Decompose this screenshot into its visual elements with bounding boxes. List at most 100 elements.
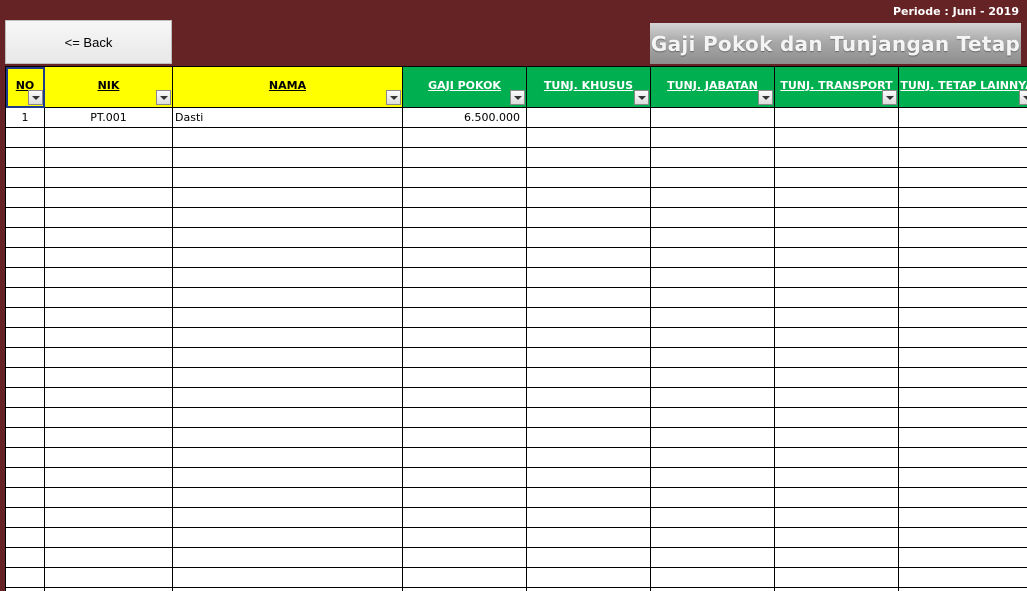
header-gaji-pokok[interactable]: GAJI POKOK xyxy=(402,66,527,108)
empty-cell[interactable] xyxy=(898,307,1027,328)
empty-cell[interactable] xyxy=(774,387,899,408)
empty-cell[interactable] xyxy=(650,287,775,308)
empty-cell[interactable] xyxy=(44,187,173,208)
empty-cell[interactable] xyxy=(898,427,1027,448)
empty-cell[interactable] xyxy=(650,407,775,428)
empty-cell[interactable] xyxy=(172,247,403,268)
empty-cell[interactable] xyxy=(5,267,45,288)
empty-cell[interactable] xyxy=(402,367,527,388)
empty-cell[interactable] xyxy=(44,447,173,468)
empty-cell[interactable] xyxy=(898,147,1027,168)
header-nama[interactable]: NAMA xyxy=(172,66,403,108)
empty-cell[interactable] xyxy=(5,327,45,348)
empty-cell[interactable] xyxy=(44,427,173,448)
empty-cell[interactable] xyxy=(650,427,775,448)
empty-cell[interactable] xyxy=(526,267,651,288)
empty-cell[interactable] xyxy=(44,487,173,508)
empty-cell[interactable] xyxy=(526,227,651,248)
empty-cell[interactable] xyxy=(172,487,403,508)
empty-cell[interactable] xyxy=(5,187,45,208)
empty-cell[interactable] xyxy=(402,487,527,508)
empty-cell[interactable] xyxy=(5,507,45,528)
empty-cell[interactable] xyxy=(526,527,651,548)
empty-cell[interactable] xyxy=(402,427,527,448)
empty-cell[interactable] xyxy=(526,447,651,468)
empty-cell[interactable] xyxy=(172,387,403,408)
cell-tunj-lainnya[interactable] xyxy=(898,107,1027,128)
filter-dropdown-icon[interactable] xyxy=(882,90,897,105)
empty-cell[interactable] xyxy=(898,407,1027,428)
empty-cell[interactable] xyxy=(526,407,651,428)
empty-cell[interactable] xyxy=(44,247,173,268)
empty-cell[interactable] xyxy=(402,467,527,488)
empty-cell[interactable] xyxy=(898,327,1027,348)
empty-cell[interactable] xyxy=(898,567,1027,588)
empty-cell[interactable] xyxy=(5,487,45,508)
empty-cell[interactable] xyxy=(898,367,1027,388)
empty-cell[interactable] xyxy=(898,167,1027,188)
empty-cell[interactable] xyxy=(526,587,651,591)
empty-cell[interactable] xyxy=(774,427,899,448)
empty-cell[interactable] xyxy=(774,227,899,248)
empty-cell[interactable] xyxy=(172,367,403,388)
empty-cell[interactable] xyxy=(898,487,1027,508)
empty-cell[interactable] xyxy=(172,407,403,428)
empty-cell[interactable] xyxy=(44,307,173,328)
empty-cell[interactable] xyxy=(44,527,173,548)
empty-cell[interactable] xyxy=(402,387,527,408)
empty-cell[interactable] xyxy=(898,247,1027,268)
empty-cell[interactable] xyxy=(172,567,403,588)
header-tunj-jabatan[interactable]: TUNJ. JABATAN xyxy=(650,66,775,108)
cell-nama[interactable]: Dasti xyxy=(172,107,403,128)
empty-cell[interactable] xyxy=(526,467,651,488)
empty-cell[interactable] xyxy=(526,127,651,148)
empty-cell[interactable] xyxy=(774,207,899,228)
empty-cell[interactable] xyxy=(526,147,651,168)
empty-cell[interactable] xyxy=(5,347,45,368)
empty-cell[interactable] xyxy=(774,467,899,488)
empty-cell[interactable] xyxy=(898,547,1027,568)
empty-cell[interactable] xyxy=(5,147,45,168)
empty-cell[interactable] xyxy=(172,327,403,348)
empty-cell[interactable] xyxy=(44,467,173,488)
header-tunj-khusus[interactable]: TUNJ. KHUSUS xyxy=(526,66,651,108)
empty-cell[interactable] xyxy=(650,267,775,288)
empty-cell[interactable] xyxy=(650,467,775,488)
empty-cell[interactable] xyxy=(774,247,899,268)
empty-cell[interactable] xyxy=(774,447,899,468)
header-no[interactable]: NO xyxy=(5,66,45,108)
empty-cell[interactable] xyxy=(774,287,899,308)
cell-gaji-pokok[interactable]: 6.500.000 xyxy=(402,107,527,128)
empty-cell[interactable] xyxy=(402,567,527,588)
empty-cell[interactable] xyxy=(402,247,527,268)
empty-cell[interactable] xyxy=(44,227,173,248)
empty-cell[interactable] xyxy=(5,167,45,188)
filter-dropdown-icon[interactable] xyxy=(386,90,401,105)
empty-cell[interactable] xyxy=(650,307,775,328)
empty-cell[interactable] xyxy=(172,227,403,248)
empty-cell[interactable] xyxy=(44,267,173,288)
empty-cell[interactable] xyxy=(898,527,1027,548)
empty-cell[interactable] xyxy=(402,267,527,288)
empty-cell[interactable] xyxy=(650,127,775,148)
empty-cell[interactable] xyxy=(5,427,45,448)
empty-cell[interactable] xyxy=(526,567,651,588)
empty-cell[interactable] xyxy=(774,347,899,368)
empty-cell[interactable] xyxy=(650,447,775,468)
empty-cell[interactable] xyxy=(172,507,403,528)
empty-cell[interactable] xyxy=(774,547,899,568)
empty-cell[interactable] xyxy=(650,347,775,368)
empty-cell[interactable] xyxy=(44,167,173,188)
empty-cell[interactable] xyxy=(774,567,899,588)
empty-cell[interactable] xyxy=(402,287,527,308)
filter-dropdown-icon[interactable] xyxy=(758,90,773,105)
empty-cell[interactable] xyxy=(650,147,775,168)
empty-cell[interactable] xyxy=(774,327,899,348)
empty-cell[interactable] xyxy=(898,347,1027,368)
empty-cell[interactable] xyxy=(650,507,775,528)
header-nik[interactable]: NIK xyxy=(44,66,173,108)
empty-cell[interactable] xyxy=(526,487,651,508)
filter-dropdown-icon[interactable] xyxy=(156,90,171,105)
empty-cell[interactable] xyxy=(5,567,45,588)
empty-cell[interactable] xyxy=(774,507,899,528)
